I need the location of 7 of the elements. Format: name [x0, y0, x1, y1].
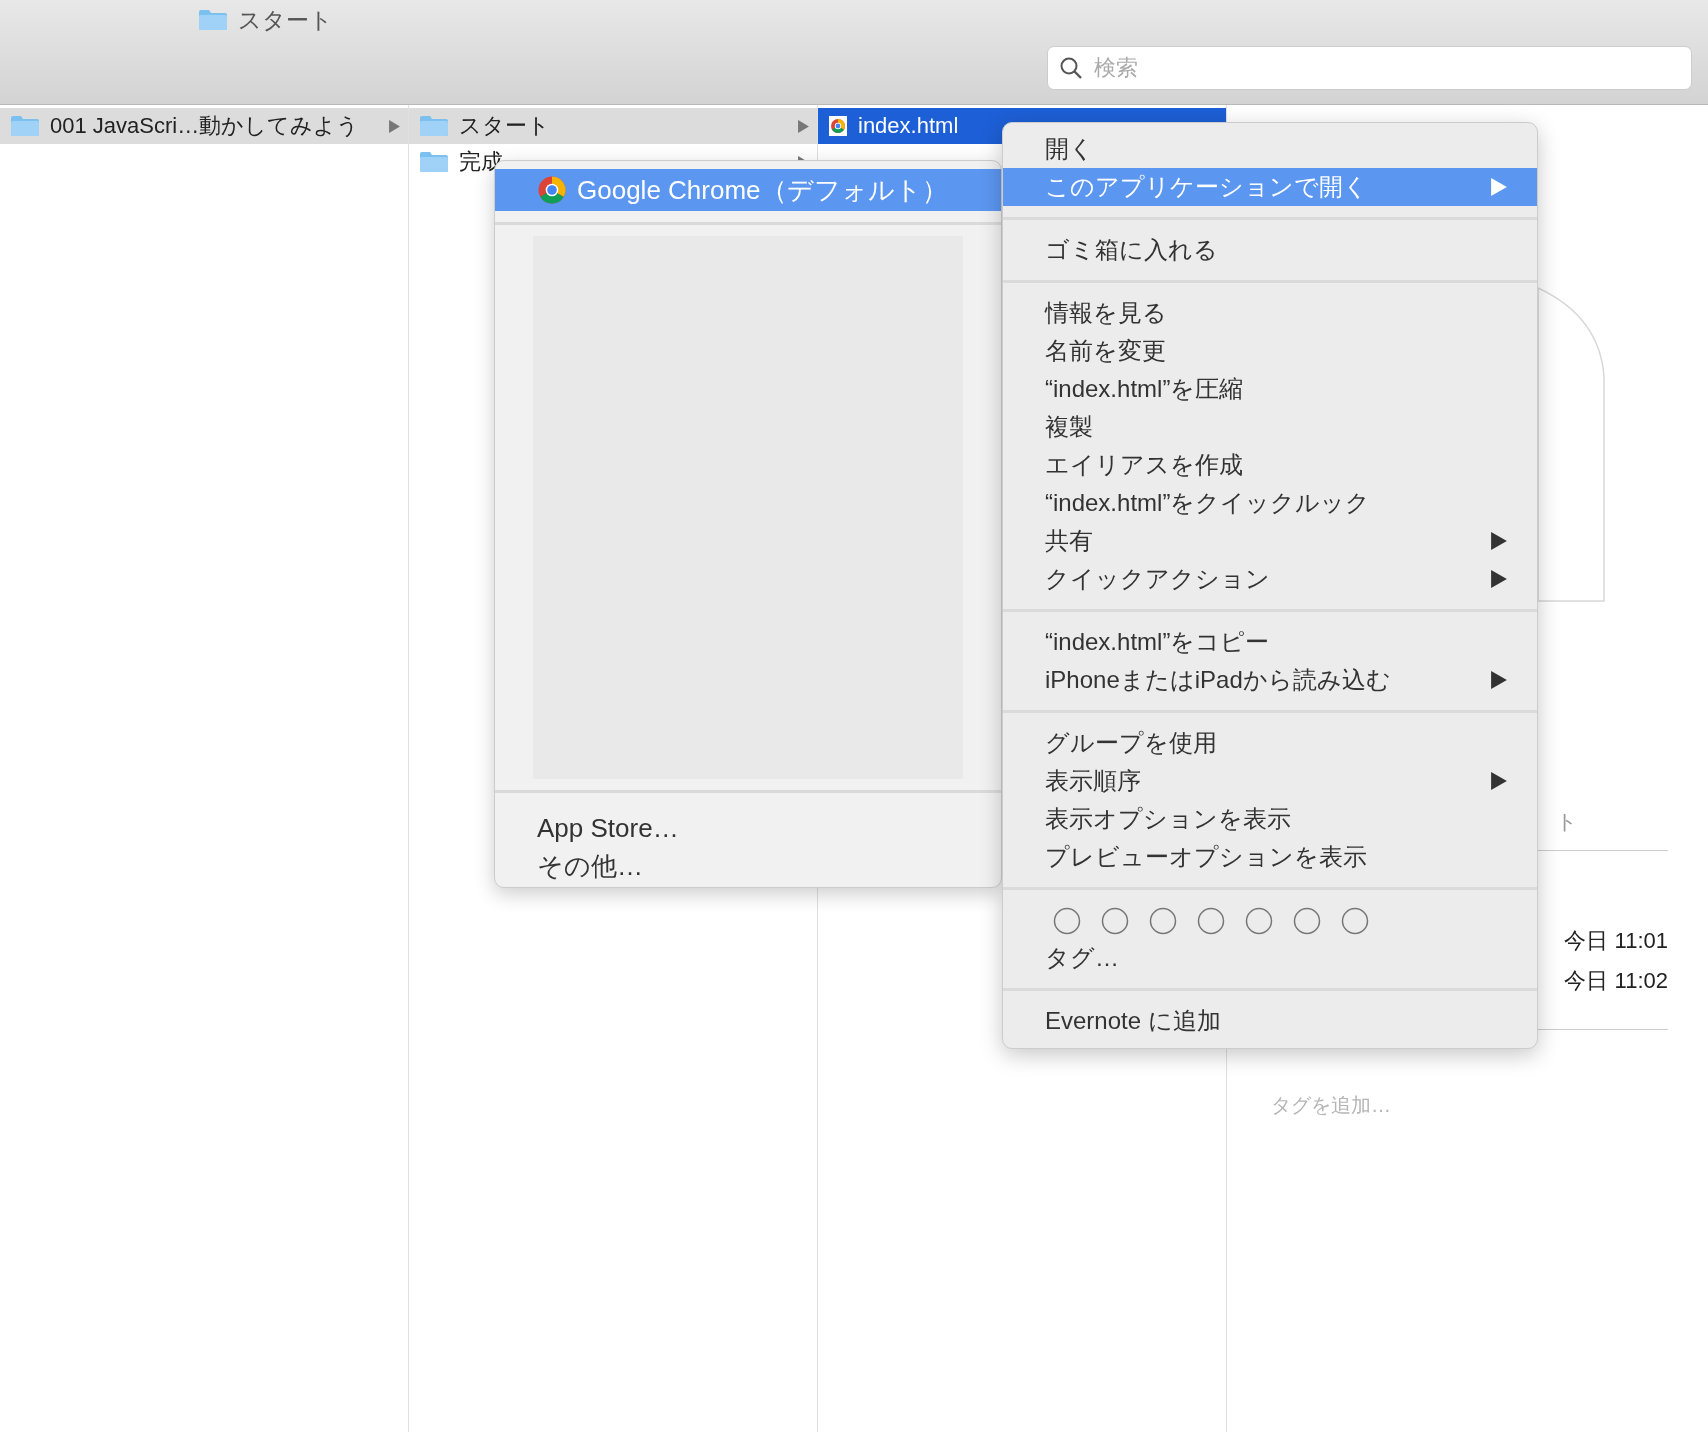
date-value: 今日 11:02 [1564, 967, 1668, 995]
file-name: 001 JavaScri…動かしてみよう [50, 112, 361, 140]
info-label: ト [1556, 809, 1578, 835]
file-name: スタート [459, 112, 551, 140]
date-value: 今日 11:01 [1564, 927, 1668, 955]
file-name: index.html [858, 113, 960, 139]
window-title: スタート [238, 5, 333, 35]
